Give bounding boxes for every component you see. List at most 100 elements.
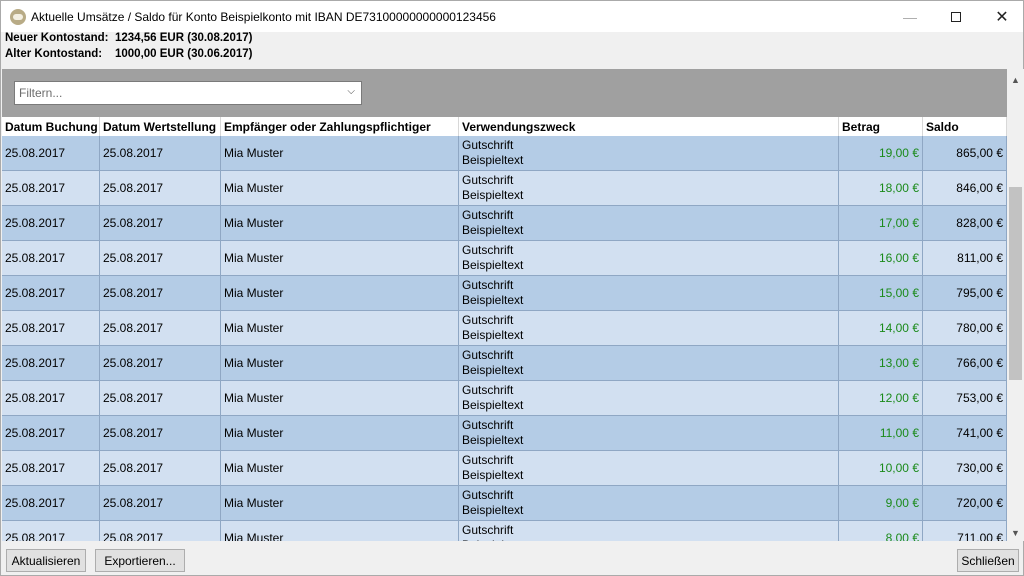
table-header: Datum Buchung Datum Wertstellung Empfäng… [2, 117, 1007, 136]
payee-cell: Mia Muster [221, 451, 459, 485]
column-header-booking-date[interactable]: Datum Buchung [2, 117, 100, 136]
maximize-button[interactable] [933, 1, 979, 32]
table-row[interactable]: 25.08.2017 25.08.2017 Mia Muster Gutschrift… [2, 381, 1007, 416]
export-button[interactable]: Exportieren... [95, 549, 185, 572]
purpose-line-2: Beispieltext [462, 188, 524, 202]
scrollbar-thumb[interactable] [1009, 187, 1022, 380]
purpose-cell: GutschriftBeispieltext [459, 136, 839, 170]
table-body: 25.08.2017 25.08.2017 Mia Muster Gutschrift… [2, 136, 1007, 541]
value-date-cell: 25.08.2017 [100, 451, 221, 485]
column-header-value-date[interactable]: Datum Wertstellung [100, 117, 221, 136]
vertical-scrollbar[interactable]: ▲ ▼ [1007, 69, 1024, 541]
value-date-cell: 25.08.2017 [100, 416, 221, 450]
purpose-line-1: Gutschrift [462, 208, 514, 222]
purpose-line-1: Gutschrift [462, 278, 514, 292]
purpose-cell: GutschriftBeispieltext [459, 346, 839, 380]
payee-cell: Mia Muster [221, 521, 459, 541]
purpose-cell: GutschriftBeispieltext [459, 171, 839, 205]
booking-date-cell: 25.08.2017 [2, 241, 100, 275]
balance-cell: 828,00 € [923, 206, 1007, 240]
amount-cell: 14,00 € [839, 311, 923, 345]
balance-cell: 811,00 € [923, 241, 1007, 275]
balance-cell: 846,00 € [923, 171, 1007, 205]
balance-cell: 720,00 € [923, 486, 1007, 520]
balance-cell: 795,00 € [923, 276, 1007, 310]
purpose-cell: GutschriftBeispieltext [459, 416, 839, 450]
booking-date-cell: 25.08.2017 [2, 451, 100, 485]
amount-cell: 11,00 € [839, 416, 923, 450]
purpose-line-2: Beispieltext [462, 503, 524, 517]
transactions-table: Datum Buchung Datum Wertstellung Empfäng… [2, 117, 1007, 541]
booking-date-cell: 25.08.2017 [2, 171, 100, 205]
table-row[interactable]: 25.08.2017 25.08.2017 Mia Muster Gutschrift… [2, 346, 1007, 381]
filter-input[interactable]: Filtern... ⌵ [14, 81, 362, 105]
scroll-up-arrow-icon[interactable]: ▲ [1007, 71, 1024, 88]
refresh-button[interactable]: Aktualisieren [6, 549, 86, 572]
payee-cell: Mia Muster [221, 346, 459, 380]
table-row[interactable]: 25.08.2017 25.08.2017 Mia Muster Gutschrift… [2, 486, 1007, 521]
booking-date-cell: 25.08.2017 [2, 486, 100, 520]
transactions-window: Aktuelle Umsätze / Saldo für Konto Beisp… [0, 0, 1024, 576]
close-window-button[interactable]: ✕ [979, 1, 1024, 32]
old-balance: Alter Kontostand: 1000,00 EUR (30.06.2017… [5, 48, 252, 60]
balance-cell: 711,00 € [923, 521, 1007, 541]
table-row[interactable]: 25.08.2017 25.08.2017 Mia Muster Gutschrift… [2, 521, 1007, 541]
chevron-down-icon[interactable]: ⌵ [347, 86, 355, 97]
payee-cell: Mia Muster [221, 206, 459, 240]
column-header-balance[interactable]: Saldo [923, 117, 1007, 136]
table-row[interactable]: 25.08.2017 25.08.2017 Mia Muster Gutschrift… [2, 241, 1007, 276]
title-bar: Aktuelle Umsätze / Saldo für Konto Beisp… [1, 1, 1023, 32]
purpose-line-1: Gutschrift [462, 488, 514, 502]
value-date-cell: 25.08.2017 [100, 311, 221, 345]
purpose-line-2: Beispieltext [462, 538, 838, 541]
purpose-line-1: Gutschrift [462, 383, 514, 397]
amount-cell: 13,00 € [839, 346, 923, 380]
amount-cell: 8,00 € [839, 521, 923, 541]
value-date-cell: 25.08.2017 [100, 346, 221, 380]
balance-cell: 865,00 € [923, 136, 1007, 170]
booking-date-cell: 25.08.2017 [2, 276, 100, 310]
purpose-cell: GutschriftBeispieltext [459, 451, 839, 485]
purpose-cell: GutschriftBeispieltext [459, 311, 839, 345]
value-date-cell: 25.08.2017 [100, 486, 221, 520]
column-header-payee[interactable]: Empfänger oder Zahlungspflichtiger [221, 117, 459, 136]
payee-cell: Mia Muster [221, 136, 459, 170]
purpose-cell: GutschriftBeispieltext [459, 241, 839, 275]
minimize-button[interactable]: — [887, 1, 933, 32]
purpose-line-2: Beispieltext [462, 328, 524, 342]
table-row[interactable]: 25.08.2017 25.08.2017 Mia Muster Gutschrift… [2, 206, 1007, 241]
purpose-line-2: Beispieltext [462, 363, 524, 377]
new-balance: Neuer Kontostand: 1234,56 EUR (30.08.2017… [5, 32, 252, 44]
payee-cell: Mia Muster [221, 171, 459, 205]
purpose-cell: GutschriftBeispieltext [459, 521, 839, 541]
column-header-purpose[interactable]: Verwendungszweck [459, 117, 839, 136]
value-date-cell: 25.08.2017 [100, 136, 221, 170]
balance-cell: 730,00 € [923, 451, 1007, 485]
table-row[interactable]: 25.08.2017 25.08.2017 Mia Muster Gutschrift… [2, 311, 1007, 346]
purpose-line-1: Gutschrift [462, 348, 514, 362]
purpose-line-2: Beispieltext [462, 468, 524, 482]
table-row[interactable]: 25.08.2017 25.08.2017 Mia Muster Gutschrift… [2, 136, 1007, 171]
payee-cell: Mia Muster [221, 381, 459, 415]
app-icon [10, 9, 26, 25]
filter-placeholder: Filtern... [19, 86, 63, 100]
value-date-cell: 25.08.2017 [100, 381, 221, 415]
booking-date-cell: 25.08.2017 [2, 136, 100, 170]
amount-cell: 15,00 € [839, 276, 923, 310]
value-date-cell: 25.08.2017 [100, 241, 221, 275]
booking-date-cell: 25.08.2017 [2, 381, 100, 415]
purpose-cell: GutschriftBeispieltext [459, 206, 839, 240]
column-header-amount[interactable]: Betrag [839, 117, 923, 136]
booking-date-cell: 25.08.2017 [2, 521, 100, 541]
old-balance-value: 1000,00 EUR (30.06.2017) [115, 48, 253, 60]
payee-cell: Mia Muster [221, 241, 459, 275]
scroll-down-arrow-icon[interactable]: ▼ [1007, 524, 1024, 541]
table-row[interactable]: 25.08.2017 25.08.2017 Mia Muster Gutschrift… [2, 451, 1007, 486]
filter-panel: Filtern... ⌵ [2, 69, 1007, 117]
table-row[interactable]: 25.08.2017 25.08.2017 Mia Muster Gutschrift… [2, 171, 1007, 206]
table-row[interactable]: 25.08.2017 25.08.2017 Mia Muster Gutschrift… [2, 276, 1007, 311]
close-button[interactable]: Schließen [957, 549, 1019, 572]
booking-date-cell: 25.08.2017 [2, 311, 100, 345]
table-row[interactable]: 25.08.2017 25.08.2017 Mia Muster Gutschrift… [2, 416, 1007, 451]
purpose-line-1: Gutschrift [462, 453, 514, 467]
